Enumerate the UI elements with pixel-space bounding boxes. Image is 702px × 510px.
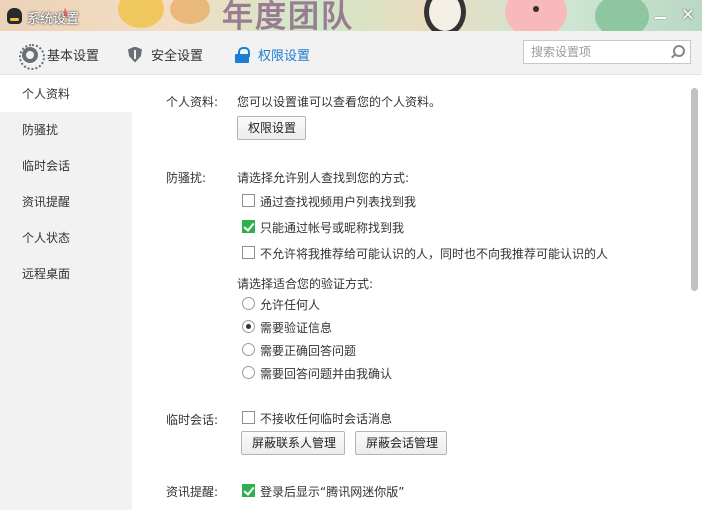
banner-art [505, 0, 567, 31]
section-label-news-alert: 资讯提醒: [166, 485, 219, 499]
sidebar-item-profile[interactable]: 个人资料 [0, 76, 132, 112]
radio-allow-anyone[interactable] [242, 297, 255, 310]
find-method-prompt: 请选择允许别人查找到您的方式: [237, 171, 410, 185]
banner-art [118, 0, 164, 28]
banner-art [595, 0, 649, 31]
option-label: 不允许将我推荐给可能认识的人，同时也不向我推荐可能认识的人 [260, 247, 609, 261]
section-label-anti-harass: 防骚扰: [166, 171, 207, 185]
option-label: 需要回答问题并由我确认 [260, 367, 393, 381]
verify-method-prompt: 请选择适合您的验证方式: [237, 277, 374, 291]
option-label: 需要验证信息 [260, 321, 333, 335]
permission-settings-button[interactable]: 权限设置 [237, 116, 306, 140]
sidebar: 个人资料 防骚扰 临时会话 资讯提醒 个人状态 远程桌面 [0, 76, 132, 510]
checkbox-show-mini-news[interactable] [242, 484, 255, 497]
option-label: 需要正确回答问题 [260, 344, 357, 358]
minimize-button[interactable] [651, 6, 669, 24]
settings-content: 个人资料: 您可以设置谁可以查看您的个人资料。 权限设置 防骚扰: 请选择允许别… [132, 76, 702, 510]
vertical-scrollbar[interactable] [688, 76, 702, 510]
search-input[interactable] [524, 41, 664, 63]
radio-answer-and-confirm[interactable] [242, 366, 255, 379]
section-label-temp-session: 临时会话: [166, 413, 219, 427]
banner-art [170, 0, 210, 24]
option-label: 登录后显示“腾讯网迷你版” [260, 485, 405, 499]
sidebar-item-anti-harass[interactable]: 防骚扰 [0, 112, 132, 148]
scrollbar-thumb[interactable] [691, 88, 698, 291]
sidebar-item-status[interactable]: 个人状态 [0, 220, 132, 256]
option-label: 不接收任何临时会话消息 [260, 412, 393, 426]
qq-penguin-icon [7, 8, 22, 24]
section-label-profile: 个人资料: [166, 95, 219, 109]
option-label: 允许任何人 [260, 298, 321, 312]
checkbox-video-user-list[interactable] [242, 194, 255, 207]
tab-basic-settings[interactable]: 基本设置 [19, 43, 100, 70]
tab-security-settings[interactable]: 安全设置 [128, 45, 203, 64]
checkbox-account-nickname-only[interactable] [242, 220, 255, 233]
checkbox-no-recommend[interactable] [242, 246, 255, 259]
search-box [523, 40, 691, 64]
option-label: 通过查找视频用户列表找到我 [260, 195, 417, 209]
shield-icon [128, 46, 142, 63]
sidebar-item-news-alert[interactable]: 资讯提醒 [0, 184, 132, 220]
window-title: 系统设置 [27, 12, 80, 27]
banner-art [424, 0, 466, 31]
blocked-contacts-button[interactable]: 屏蔽联系人管理 [241, 431, 345, 455]
close-button[interactable]: ✕ [679, 6, 697, 24]
tab-label: 基本设置 [47, 49, 100, 64]
radio-answer-question[interactable] [242, 343, 255, 356]
option-label: 只能通过帐号或昵称找到我 [260, 221, 405, 235]
tab-label: 权限设置 [258, 49, 311, 64]
banner-text: 年度团队 [222, 0, 354, 31]
gear-icon [19, 43, 45, 70]
radio-require-verification[interactable] [242, 320, 255, 333]
profile-description: 您可以设置谁可以查看您的个人资料。 [237, 95, 442, 109]
checkbox-block-temp-sessions[interactable] [242, 411, 255, 424]
settings-tabs: 基本设置 安全设置 权限设置 [0, 31, 702, 75]
blocked-sessions-button[interactable]: 屏蔽会话管理 [355, 431, 447, 455]
lock-icon [235, 46, 250, 63]
search-icon[interactable] [670, 45, 685, 59]
tab-permission-settings[interactable]: 权限设置 [235, 45, 310, 64]
title-bar[interactable]: ★ 年度团队 系统设置 ✕ [0, 0, 702, 31]
tab-label: 安全设置 [151, 49, 204, 64]
sidebar-item-remote-desktop[interactable]: 远程桌面 [0, 256, 132, 292]
sidebar-item-temp-session[interactable]: 临时会话 [0, 148, 132, 184]
